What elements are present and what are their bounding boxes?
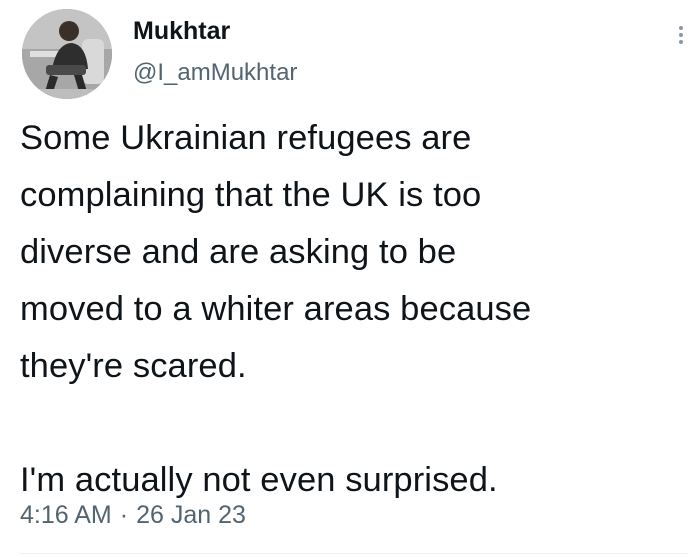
tweet-time[interactable]: 4:16 AM [20, 501, 112, 529]
dot [679, 40, 683, 44]
avatar[interactable] [22, 9, 112, 99]
meta-separator: · [119, 501, 129, 529]
divider [20, 553, 688, 554]
dot [679, 26, 683, 30]
tweet: Mukhtar @I_amMukhtar Some Ukrainian refu… [0, 0, 700, 557]
user-handle[interactable]: @I_amMukhtar [133, 58, 297, 88]
tweet-date[interactable]: 26 Jan 23 [136, 501, 246, 529]
display-name[interactable]: Mukhtar [133, 16, 230, 46]
tweet-text: Some Ukrainian refugees are complaining … [20, 110, 690, 509]
user-photo-icon [22, 9, 112, 99]
tweet-paragraph-1: Some Ukrainian refugees are complaining … [20, 119, 532, 385]
more-vertical-icon[interactable] [676, 26, 686, 52]
dot [679, 33, 683, 37]
tweet-meta: 4:16 AM · 26 Jan 23 [20, 500, 246, 530]
